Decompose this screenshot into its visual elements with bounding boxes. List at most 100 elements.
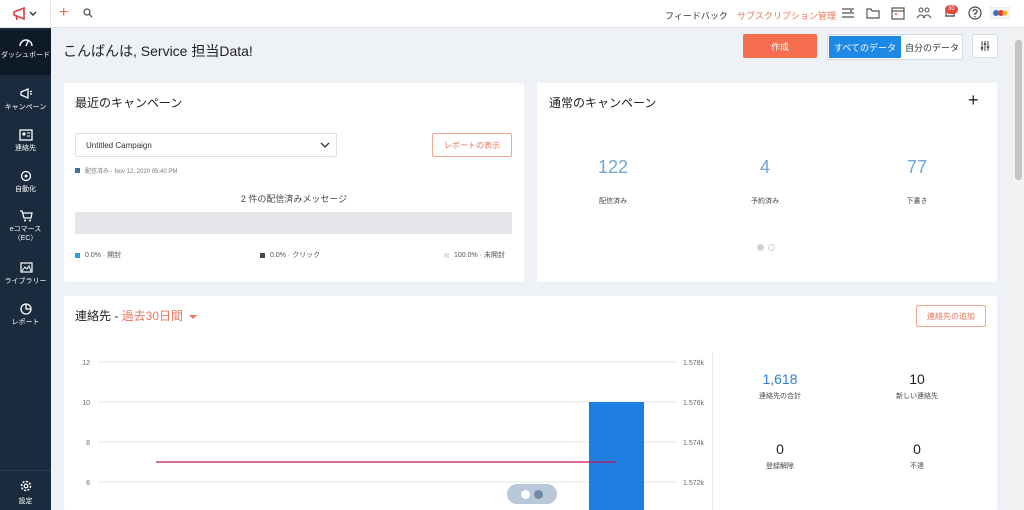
sent-info: 配信済み - Nov 12, 2020 05:40 PM: [75, 166, 177, 175]
all-data-option[interactable]: すべてのデータ: [829, 36, 901, 58]
pager-dot-active[interactable]: [521, 489, 530, 499]
stat-label: 不達: [910, 463, 924, 470]
stat-value: 1,618: [762, 371, 798, 387]
view-report-button[interactable]: レポートの表示: [432, 133, 512, 157]
y2-tick-label: 1.578k: [683, 360, 705, 367]
stat-value: 0: [913, 441, 921, 457]
stat-label: 登録解除: [766, 463, 794, 470]
carousel-dots: [757, 244, 779, 251]
chart-plot: 12 1.578k 10 1.576k 8 1.574k 6 1.572k: [82, 360, 705, 510]
status-square: [75, 168, 80, 173]
search-icon[interactable]: [83, 8, 93, 18]
normal-campaign-card: 通常のキャンペーン + 122 配信済み 4 予約済み 77 下書き: [537, 83, 997, 282]
stat-value: 10: [909, 371, 925, 387]
add-campaign-icon[interactable]: +: [968, 90, 979, 111]
y-tick-label: 12: [82, 360, 90, 367]
contacts-chart: 12 1.578k 10 1.576k 8 1.574k 6 1.572k: [82, 360, 705, 510]
chevron-down-icon: [320, 142, 330, 148]
legend-label: 0.0% · クリック: [270, 252, 321, 259]
sidebar-item-library[interactable]: ライブラリー: [0, 256, 51, 294]
notification-badge: 30: [945, 5, 958, 14]
sidebar-item-label: キャンペーン: [4, 104, 47, 111]
slide-pager: [507, 484, 557, 504]
card-title: 連絡先 - 過去30日間: [75, 307, 198, 324]
stat-label: 新しい連絡先: [896, 393, 938, 400]
stat-draft[interactable]: 77 下書き: [857, 157, 977, 206]
sidebar-item-automation[interactable]: 自動化: [0, 164, 51, 202]
list-icon[interactable]: [841, 6, 855, 20]
carousel-dot[interactable]: [768, 244, 775, 251]
stat-scheduled[interactable]: 4 予約済み: [705, 157, 825, 206]
cart-icon: [19, 210, 33, 222]
sidebar-item-dashboard[interactable]: ダッシュボード: [0, 30, 51, 75]
delivered-title: 2 件の配信済みメッセージ: [240, 194, 348, 204]
calendar-icon[interactable]: [891, 6, 905, 20]
card-title: 通常のキャンペーン: [549, 96, 657, 110]
sliders-icon: [980, 41, 990, 51]
vertical-scrollbar[interactable]: [1013, 28, 1024, 510]
sidebar-item-campaigns[interactable]: キャンペーン: [0, 82, 51, 120]
y-tick-label: 6: [86, 480, 90, 487]
sidebar: ダッシュボード キャンペーン 連絡先 自動化 eコマース（EC） ライブラリー …: [0, 0, 51, 510]
users-icon[interactable]: [916, 6, 932, 20]
folder-icon[interactable]: [866, 6, 880, 20]
legend-swatch: [444, 252, 449, 258]
card-title: 最近のキャンペーン: [75, 96, 183, 110]
app-logo[interactable]: [0, 0, 51, 28]
legend-label: 100.0% · 未開封: [454, 252, 505, 259]
feedback-link[interactable]: フィードバック: [665, 9, 728, 22]
contacts-title: 連絡先 -: [75, 309, 122, 323]
campaign-select[interactable]: Untitled Campaign: [75, 133, 337, 157]
quick-create-icon[interactable]: +: [59, 4, 68, 22]
add-contact-button[interactable]: 連絡先の追加: [916, 305, 986, 327]
library-icon: [19, 262, 33, 273]
scroll-thumb[interactable]: [1015, 40, 1022, 180]
contacts-card: 連絡先 - 過去30日間 連絡先の追加 12 1.578k 10 1.576k 8 1.5…: [64, 296, 997, 510]
stat-label: 連絡先の合計: [759, 393, 801, 400]
stat-value: 0: [776, 441, 784, 457]
create-button[interactable]: 作成: [743, 34, 817, 58]
pager-dot[interactable]: [534, 489, 543, 499]
sidebar-item-label: 設定: [18, 498, 33, 505]
sidebar-item-label: 連絡先: [15, 145, 36, 152]
legend-label: 0.0% · 開封: [85, 252, 122, 259]
sidebar-item-label: eコマース（EC）: [9, 226, 42, 242]
sidebar-item-reports[interactable]: レポート: [0, 297, 51, 335]
top-bar: + フィードバック サブスクリプション管理 30: [51, 0, 1024, 28]
y2-tick-label: 1.574k: [683, 440, 705, 447]
sidebar-item-ecommerce[interactable]: eコマース（EC）: [0, 204, 51, 254]
avatar[interactable]: [990, 7, 1010, 19]
subscription-link[interactable]: サブスクリプション管理: [737, 9, 836, 22]
stat-sent[interactable]: 122 配信済み: [553, 157, 673, 206]
legend-unopened: 100.0% · 未開封: [444, 250, 505, 260]
bar-mark: [589, 402, 644, 510]
divider: [712, 352, 713, 510]
report-icon: [19, 303, 32, 315]
legend-swatch: [260, 252, 265, 258]
selected-campaign: Untitled Campaign: [86, 140, 152, 150]
sidebar-item-contacts[interactable]: 連絡先: [0, 123, 51, 161]
my-data-option[interactable]: 自分のデータ: [902, 35, 962, 59]
stat-value: 77: [906, 157, 928, 177]
carousel-dot-active[interactable]: [757, 244, 764, 251]
stat-bounced[interactable]: 0 不達: [857, 441, 977, 471]
legend-swatch: [75, 252, 80, 258]
sidebar-item-label: ダッシュボード: [1, 52, 50, 59]
stat-unsubscribed[interactable]: 0 登録解除: [720, 441, 840, 471]
period-dropdown[interactable]: 過去30日間: [122, 309, 183, 323]
dashboard-icon: [18, 39, 33, 47]
legend-opened: 0.0% · 開封: [75, 250, 121, 260]
stat-label: 配信済み: [599, 198, 627, 205]
contacts-icon: [18, 129, 33, 141]
megaphone-icon: [19, 88, 32, 99]
stat-total-contacts[interactable]: 1,618 連絡先の合計: [720, 371, 840, 401]
help-icon[interactable]: [968, 6, 982, 20]
automation-icon: [20, 170, 31, 182]
gear-icon: [20, 480, 31, 492]
sidebar-item-settings[interactable]: 設定: [0, 470, 51, 510]
customize-button[interactable]: [972, 34, 998, 58]
stat-value: 122: [597, 157, 629, 177]
sidebar-item-label: ライブラリー: [4, 278, 47, 285]
caret-down-icon[interactable]: [189, 314, 198, 320]
stat-new-contacts[interactable]: 10 新しい連絡先: [857, 371, 977, 401]
